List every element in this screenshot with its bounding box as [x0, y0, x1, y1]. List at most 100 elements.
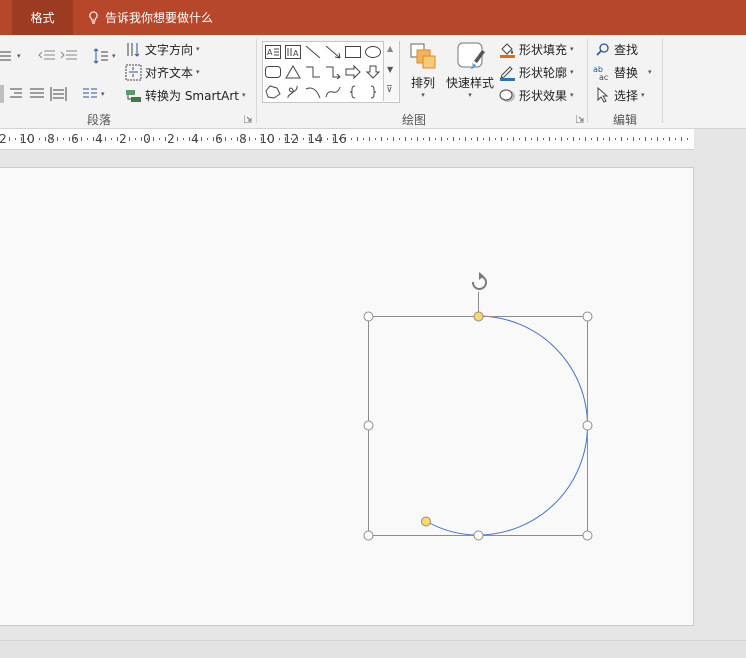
- shape-effects-button[interactable]: 形状效果 ▾: [499, 85, 574, 105]
- resize-handle-bottom[interactable]: [473, 530, 484, 541]
- find-button[interactable]: 查找: [595, 39, 638, 59]
- bullets-icon: [0, 51, 11, 61]
- convert-smartart-label: 转换为 SmartArt: [145, 88, 239, 103]
- shape-selection-layer: [363, 272, 593, 541]
- paragraph-launcher-icon[interactable]: [244, 115, 252, 123]
- arc-shape[interactable]: [425, 315, 588, 536]
- left-brace-shape-icon[interactable]: [344, 83, 362, 101]
- align-text-button[interactable]: 对齐文本 ▾: [125, 62, 200, 82]
- align-right-button[interactable]: [8, 84, 24, 104]
- tell-me-search[interactable]: 告诉我你想要做什么: [88, 0, 213, 35]
- ruler-label: 2: [0, 132, 7, 146]
- resize-handle-top-left[interactable]: [363, 311, 374, 322]
- distributed-icon: [50, 87, 67, 101]
- shape-fill-label: 形状填充: [519, 42, 568, 57]
- elbow-connector-shape-icon[interactable]: [304, 63, 322, 81]
- shapes-gallery[interactable]: A A: [262, 41, 400, 103]
- resize-handle-top-right[interactable]: [582, 311, 593, 322]
- gallery-more-icon[interactable]: ⊽: [386, 85, 393, 95]
- curve-shape-icon[interactable]: [324, 83, 342, 101]
- shapes-gallery-scroll[interactable]: ▲ ▼ ⊽: [383, 41, 399, 101]
- arrow-line-shape-icon[interactable]: [324, 43, 342, 61]
- slide-canvas[interactable]: [0, 167, 694, 626]
- ruler-ticks: [3, 137, 688, 141]
- scribble-shape-icon[interactable]: [284, 83, 302, 101]
- decrease-indent-icon: [38, 50, 55, 60]
- replace-icon: abac: [593, 65, 608, 81]
- drawing-launcher-icon[interactable]: [576, 115, 584, 123]
- ruler-label: 6: [71, 132, 79, 146]
- smartart-icon: [126, 89, 141, 102]
- textbox-shape-icon[interactable]: A: [264, 43, 282, 61]
- align-text-icon: [125, 64, 142, 80]
- scroll-up-icon[interactable]: ▲: [387, 44, 393, 53]
- adjust-handle-start[interactable]: [473, 311, 484, 322]
- columns-button[interactable]: ▾: [82, 84, 105, 104]
- horizontal-ruler[interactable]: 2 10 8 6 4 2 0 2 4 6 8 10 12 14 16: [0, 129, 694, 150]
- resize-handle-bottom-left[interactable]: [363, 530, 374, 541]
- increase-indent-button[interactable]: [60, 46, 78, 66]
- chevron-down-icon: ▾: [421, 91, 425, 99]
- freeform-shape-icon[interactable]: [264, 83, 282, 101]
- group-separator: [587, 39, 588, 123]
- ruler-label: 16: [331, 132, 347, 146]
- scroll-down-icon[interactable]: ▼: [387, 65, 393, 74]
- ruler-label: 10: [259, 132, 275, 146]
- line-spacing-button[interactable]: ▾: [93, 46, 116, 66]
- arrange-label: 排列: [410, 76, 435, 90]
- select-label: 选择: [614, 88, 639, 103]
- quick-styles-button[interactable]: 快速样式 ▾: [444, 41, 496, 99]
- right-brace-shape-icon[interactable]: [364, 83, 382, 101]
- distributed-button[interactable]: [50, 84, 67, 104]
- tab-format[interactable]: 格式: [12, 0, 73, 35]
- text-direction-icon: [127, 42, 140, 57]
- ruler-label: 4: [95, 132, 103, 146]
- ruler-label: 8: [47, 132, 55, 146]
- svg-text:A: A: [267, 48, 273, 57]
- arc-shape-icon[interactable]: [304, 83, 322, 101]
- shape-outline-button[interactable]: 形状轮廓 ▾: [499, 62, 574, 82]
- chevron-down-icon: ▾: [468, 91, 472, 99]
- title-bar: 格式 告诉我你想要做什么: [0, 0, 746, 35]
- line-shape-icon[interactable]: [304, 43, 322, 61]
- group-separator: [256, 39, 257, 123]
- status-band: [0, 640, 746, 658]
- lightbulb-icon: [89, 11, 98, 24]
- down-arrow-shape-icon[interactable]: [364, 63, 382, 81]
- paint-bucket-icon: [500, 42, 515, 58]
- vertical-textbox-shape-icon[interactable]: A: [284, 43, 302, 61]
- shape-outline-label: 形状轮廓: [519, 65, 568, 80]
- rotate-handle-icon[interactable]: [472, 272, 487, 290]
- ruler-label: 10: [19, 132, 35, 146]
- cursor-arrow-icon: [597, 87, 609, 103]
- justify-button[interactable]: [29, 84, 45, 104]
- shape-effects-icon: [499, 89, 515, 102]
- elbow-arrow-connector-shape-icon[interactable]: [324, 63, 342, 81]
- resize-handle-right[interactable]: [582, 420, 593, 431]
- convert-smartart-button[interactable]: 转换为 SmartArt ▾: [125, 85, 245, 105]
- align-center-button[interactable]: [0, 84, 6, 104]
- rectangle-shape-icon[interactable]: [344, 43, 362, 61]
- ruler-label: 2: [167, 132, 175, 146]
- tab-format-label: 格式: [30, 11, 55, 25]
- ruler-label: 12: [283, 132, 299, 146]
- select-button[interactable]: 选择 ▾: [596, 85, 645, 105]
- text-direction-button[interactable]: 文字方向 ▾: [125, 39, 200, 59]
- ruler-label: 0: [143, 132, 151, 146]
- shape-effects-label: 形状效果: [519, 88, 568, 103]
- resize-handle-bottom-right[interactable]: [582, 530, 593, 541]
- triangle-shape-icon[interactable]: [284, 63, 302, 81]
- rounded-rectangle-shape-icon[interactable]: [264, 63, 282, 81]
- replace-button[interactable]: ab ac 替换 ▾: [593, 62, 652, 82]
- shape-fill-button[interactable]: 形状填充 ▾: [499, 39, 574, 59]
- bullets-button[interactable]: ▾: [0, 46, 21, 66]
- adjust-handle-end[interactable]: [421, 516, 431, 527]
- right-arrow-shape-icon[interactable]: [344, 63, 362, 81]
- resize-handle-left[interactable]: [363, 420, 374, 431]
- align-left-edge-icon: [0, 85, 4, 103]
- ruler-label: 4: [191, 132, 199, 146]
- ruler-label: 6: [215, 132, 223, 146]
- oval-shape-icon[interactable]: [364, 43, 382, 61]
- arrange-button[interactable]: 排列 ▾: [405, 41, 441, 99]
- decrease-indent-button[interactable]: [38, 46, 56, 66]
